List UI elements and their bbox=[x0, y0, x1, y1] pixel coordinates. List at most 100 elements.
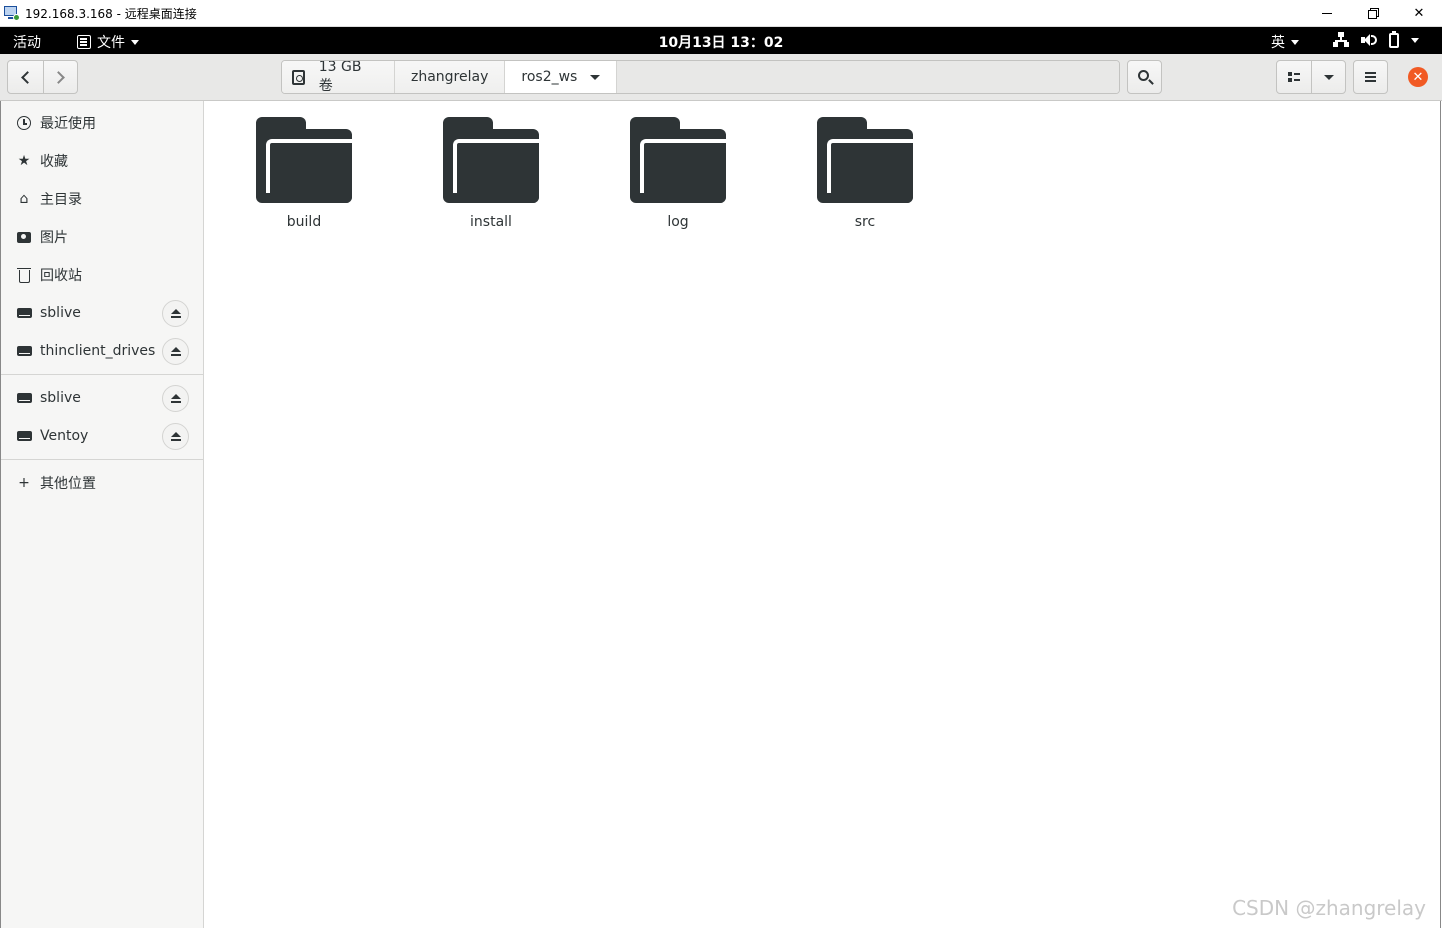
chevron-down-icon bbox=[1411, 37, 1419, 43]
remote-desktop-icon bbox=[4, 5, 20, 21]
chevron-down-icon bbox=[1291, 39, 1299, 45]
sidebar-item-label: sblive bbox=[40, 390, 81, 406]
folder-item[interactable]: log bbox=[618, 117, 738, 230]
file-name: build bbox=[286, 214, 322, 230]
view-options bbox=[1276, 60, 1346, 94]
chevron-right-icon bbox=[51, 70, 65, 84]
folder-item[interactable]: install bbox=[431, 117, 551, 230]
sidebar-item-starred[interactable]: ★ 收藏 bbox=[1, 142, 204, 180]
sidebar-item-label: 回收站 bbox=[40, 268, 82, 284]
folder-icon bbox=[630, 117, 726, 203]
folder-item[interactable]: build bbox=[244, 117, 364, 230]
file-name: log bbox=[667, 214, 689, 230]
sidebar-separator bbox=[1, 374, 204, 375]
clock-icon bbox=[17, 116, 31, 130]
sidebar-item-recent[interactable]: 最近使用 bbox=[1, 104, 204, 142]
view-options-button[interactable] bbox=[1311, 61, 1345, 93]
drive-icon bbox=[292, 69, 305, 85]
sidebar-item-drive[interactable]: thinclient_drives bbox=[1, 332, 204, 370]
home-icon: ⌂ bbox=[19, 191, 29, 207]
search-button[interactable] bbox=[1127, 60, 1162, 94]
chevron-down-icon bbox=[1323, 74, 1334, 80]
eject-button[interactable] bbox=[162, 299, 189, 327]
camera-icon bbox=[17, 231, 31, 243]
list-view-icon bbox=[1288, 72, 1300, 82]
sidebar-item-label: sblive bbox=[40, 305, 81, 321]
restore-button[interactable] bbox=[1350, 0, 1396, 26]
sidebar-item-pictures[interactable]: 图片 bbox=[1, 218, 204, 256]
eject-icon bbox=[170, 393, 181, 399]
back-button[interactable] bbox=[8, 61, 43, 93]
eject-icon bbox=[170, 308, 181, 314]
minimize-icon bbox=[1322, 12, 1332, 14]
clock[interactable]: 10月13日 13：02 bbox=[0, 32, 1442, 52]
input-method-button[interactable]: 英 bbox=[1271, 32, 1299, 52]
close-icon: ✕ bbox=[1412, 69, 1424, 85]
sidebar-separator bbox=[1, 459, 204, 460]
sidebar-item-other-locations[interactable]: + 其他位置 bbox=[1, 464, 204, 502]
file-name: src bbox=[854, 214, 876, 230]
file-manager-headerbar: 13 GB 卷 zhangrelay ros2_ws ✕ bbox=[0, 54, 1442, 101]
minimize-button[interactable] bbox=[1304, 0, 1350, 26]
window-controls: ✕ bbox=[1304, 0, 1442, 26]
folder-icon bbox=[256, 117, 352, 203]
eject-button[interactable] bbox=[162, 422, 189, 450]
file-name: install bbox=[470, 214, 512, 230]
sidebar-item-drive[interactable]: sblive bbox=[1, 379, 204, 417]
folder-item[interactable]: src bbox=[805, 117, 925, 230]
hamburger-menu-icon bbox=[1365, 76, 1376, 78]
sidebar: 最近使用 ★ 收藏 ⌂ 主目录 图片 回收站 sblive thinclient… bbox=[0, 101, 204, 928]
restore-icon bbox=[1368, 8, 1379, 19]
plus-icon: + bbox=[18, 475, 30, 491]
navigation-buttons bbox=[7, 60, 78, 94]
sidebar-item-label: 最近使用 bbox=[40, 116, 96, 132]
chevron-down-icon bbox=[590, 74, 601, 80]
eject-button[interactable] bbox=[162, 337, 189, 365]
drive-icon bbox=[16, 346, 32, 356]
sidebar-item-label: thinclient_drives bbox=[40, 343, 156, 359]
drive-icon bbox=[16, 431, 32, 441]
close-window-button[interactable]: ✕ bbox=[1396, 0, 1442, 26]
path-crumb-label: ros2_ws bbox=[521, 69, 578, 85]
network-icon bbox=[1333, 32, 1349, 48]
drive-icon bbox=[16, 308, 32, 318]
gnome-top-bar: 活动 文件 10月13日 13：02 英 bbox=[0, 27, 1442, 54]
system-menu-button[interactable] bbox=[1333, 30, 1419, 48]
rdp-titlebar: 192.168.3.168 - 远程桌面连接 ✕ bbox=[0, 0, 1442, 27]
path-crumb-label: 13 GB 卷 bbox=[318, 60, 362, 94]
view-mode-button[interactable] bbox=[1277, 61, 1311, 93]
battery-icon bbox=[1389, 30, 1399, 48]
sidebar-item-label: 主目录 bbox=[40, 192, 82, 208]
path-crumb-current[interactable]: ros2_ws bbox=[505, 61, 618, 93]
sidebar-item-home[interactable]: ⌂ 主目录 bbox=[1, 180, 204, 218]
path-bar-empty bbox=[617, 61, 1119, 93]
sidebar-item-label: 其他位置 bbox=[40, 476, 96, 492]
folder-icon bbox=[817, 117, 913, 203]
eject-icon bbox=[170, 346, 181, 352]
eject-icon bbox=[170, 431, 181, 437]
volume-icon bbox=[1361, 33, 1377, 47]
close-app-button[interactable]: ✕ bbox=[1408, 67, 1428, 87]
sidebar-item-label: Ventoy bbox=[40, 428, 89, 444]
path-crumb-label: zhangrelay bbox=[411, 69, 489, 85]
path-bar: 13 GB 卷 zhangrelay ros2_ws bbox=[281, 60, 1120, 94]
file-view[interactable]: build install log src CSDN @zhangrelay bbox=[204, 101, 1441, 928]
close-icon: ✕ bbox=[1413, 5, 1425, 21]
main-menu-button[interactable] bbox=[1353, 60, 1388, 94]
eject-button[interactable] bbox=[162, 384, 189, 412]
sidebar-item-drive[interactable]: sblive bbox=[1, 294, 204, 332]
input-method-label: 英 bbox=[1271, 35, 1285, 51]
path-crumb-home[interactable]: zhangrelay bbox=[395, 61, 506, 93]
chevron-left-icon bbox=[20, 70, 34, 84]
watermark: CSDN @zhangrelay bbox=[1232, 896, 1426, 920]
trash-icon bbox=[16, 267, 31, 283]
path-crumb-volume[interactable]: 13 GB 卷 bbox=[282, 61, 395, 93]
forward-button[interactable] bbox=[42, 61, 78, 93]
drive-icon bbox=[16, 393, 32, 403]
folder-icon bbox=[443, 117, 539, 203]
sidebar-item-trash[interactable]: 回收站 bbox=[1, 256, 204, 294]
star-icon: ★ bbox=[17, 153, 31, 169]
search-icon bbox=[1137, 70, 1149, 81]
sidebar-item-label: 图片 bbox=[40, 230, 68, 246]
sidebar-item-drive[interactable]: Ventoy bbox=[1, 417, 204, 455]
